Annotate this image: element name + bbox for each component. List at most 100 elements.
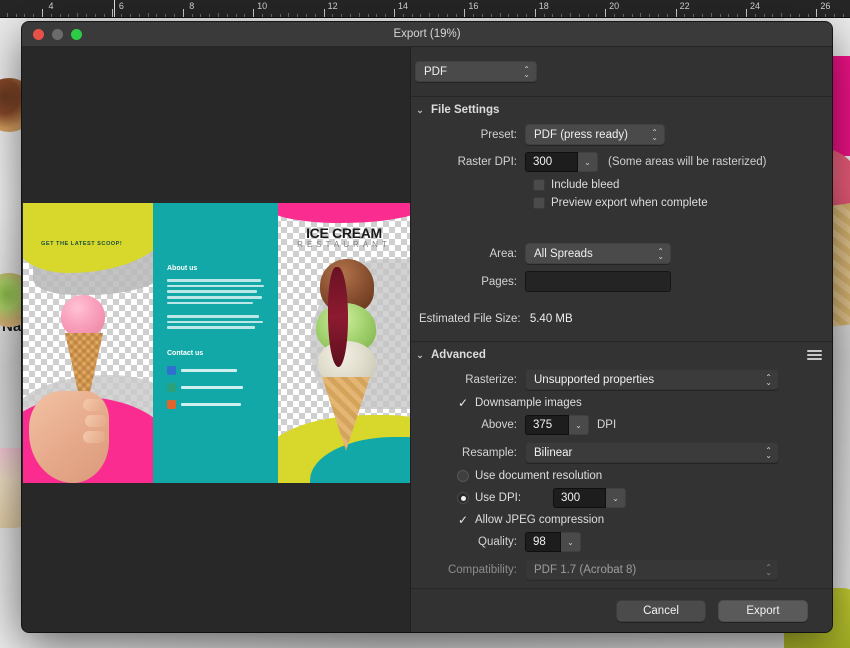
compatibility-row: Compatibility: PDF 1.7 (Acrobat 8) ⌃ ⌄ [415, 559, 822, 580]
file-settings-header[interactable]: ⌄ File Settings [411, 97, 832, 122]
resample-select[interactable]: Bilinear ⌃ ⌄ [525, 442, 779, 463]
dialog-title-bar[interactable]: Export (19%) [22, 22, 832, 47]
raster-dpi-row: Raster DPI: 300 ⌄ (Some areas will be ra… [415, 152, 822, 172]
ruler-tick-minor [790, 14, 791, 17]
above-dpi-input[interactable]: 375 [525, 415, 569, 435]
ruler-tick-major [816, 9, 818, 17]
stepper-arrows-icon: ⌃ ⌄ [765, 562, 772, 577]
stepper-arrows-icon: ⌃ ⌄ [765, 372, 772, 387]
preset-select[interactable]: PDF (press ready) ⌃ ⌄ [525, 124, 665, 145]
finger-1 [83, 399, 105, 411]
hamburger-menu-icon[interactable] [807, 350, 822, 360]
advanced-body: Rasterize: Unsupported properties ⌃⌄ Dow… [411, 367, 832, 588]
finger-2 [85, 415, 107, 427]
ruler-tick-minor [772, 14, 774, 17]
include-bleed-row[interactable]: Include bleed [533, 179, 822, 191]
ruler-tick-major [675, 9, 677, 17]
preview-export-checkbox[interactable] [533, 197, 545, 209]
pages-input[interactable] [525, 271, 671, 292]
export-settings-pane: PDF ⌃ ⌄ ⌄ File Settings Preset: PDF (pre… [411, 47, 832, 632]
ruler-tick-minor [68, 14, 70, 17]
use-document-resolution-row[interactable]: Use document resolution [457, 470, 822, 482]
raster-dpi-control[interactable]: 300 ⌄ [525, 152, 598, 172]
downsample-images-checkbox[interactable] [457, 397, 469, 409]
ruler-tick-minor [165, 14, 167, 17]
rasterize-select[interactable]: Unsupported properties ⌃ ⌄ [525, 369, 779, 390]
ruler-tick-minor [543, 14, 545, 17]
ruler-tick-minor [385, 14, 387, 17]
above-dpi-control[interactable]: 375 ⌄ [525, 415, 589, 435]
format-select[interactable]: PDF ⌃ ⌄ [415, 61, 537, 82]
ruler-tick-minor [358, 13, 360, 17]
pages-label: Pages: [481, 275, 517, 288]
ruler-tick-minor [130, 14, 131, 17]
allow-jpeg-compression-checkbox[interactable] [457, 514, 469, 526]
ruler-guide-marker[interactable] [114, 0, 116, 17]
ruler-tick-minor [350, 14, 351, 17]
file-settings-body: Preset: PDF (press ready) ⌃ ⌄ Raster DPI:… [411, 122, 832, 341]
ruler-tick-major [394, 9, 395, 17]
compatibility-select[interactable]: PDF 1.7 (Acrobat 8) ⌃ ⌄ [525, 559, 779, 580]
ruler-tick-minor [279, 14, 281, 17]
ruler-tick-minor [209, 14, 211, 17]
ruler-tick-minor [288, 13, 290, 17]
quality-input[interactable]: 98 [525, 532, 561, 552]
estimated-file-size-label: Estimated File Size: [419, 313, 521, 325]
ruler-tick-minor [420, 14, 422, 17]
advanced-header[interactable]: ⌄ Advanced [411, 342, 832, 367]
ruler-tick-minor [235, 14, 237, 17]
close-button[interactable] [33, 28, 44, 40]
compatibility-value: PDF 1.7 (Acrobat 8) [534, 563, 637, 576]
ruler-label: 26 [820, 1, 831, 11]
downsample-images-label: Downsample images [475, 397, 582, 409]
ruler-label: 24 [749, 1, 761, 11]
ruler-tick-minor [781, 13, 783, 17]
ruler-tick-minor [798, 14, 800, 17]
use-dpi-input[interactable]: 300 [553, 488, 606, 508]
resample-label: Resample: [462, 446, 517, 459]
hand-holding-cone-photo [29, 295, 135, 483]
preview-export-row[interactable]: Preview export when complete [533, 197, 822, 209]
ruler-label: 12 [327, 1, 338, 11]
cover-subtitle-restaurant: RESTAURANT [297, 240, 391, 249]
zoom-button[interactable] [71, 28, 82, 40]
artboard-preview: GET THE LATEST SCOOP! About us Contact u… [23, 203, 410, 483]
ruler-tick-major [605, 9, 607, 17]
minimize-button[interactable] [52, 28, 63, 40]
window-controls [22, 28, 82, 40]
about-us-paragraph-2 [167, 315, 265, 332]
ruler-tick-minor [631, 14, 633, 17]
export-preview-pane[interactable]: GET THE LATEST SCOOP! About us Contact u… [22, 47, 411, 632]
above-dpi-row: Above: 375 ⌄ DPI [415, 415, 822, 435]
raster-dpi-dropdown-arrow[interactable]: ⌄ [578, 152, 598, 172]
quality-dropdown-arrow[interactable]: ⌄ [561, 532, 581, 552]
use-dpi-radio[interactable] [457, 492, 469, 504]
pink-ice-cream-scoop [61, 295, 105, 337]
raster-dpi-input[interactable]: 300 [525, 152, 578, 172]
quality-control[interactable]: 98 ⌄ [525, 532, 581, 552]
ruler-tick-minor [455, 14, 457, 17]
use-document-resolution-radio[interactable] [457, 470, 469, 482]
use-dpi-control[interactable]: 300 ⌄ [553, 488, 626, 508]
ruler-tick-minor [270, 14, 272, 17]
ruler-label: 14 [397, 1, 409, 11]
allow-jpeg-compression-row[interactable]: Allow JPEG compression [457, 514, 822, 526]
use-dpi-dropdown-arrow[interactable]: ⌄ [606, 488, 626, 508]
include-bleed-checkbox[interactable] [533, 179, 545, 191]
advanced-title: Advanced [431, 349, 486, 361]
dialog-footer: Cancel Export [411, 588, 832, 632]
ruler-label: 10 [257, 1, 268, 11]
area-select[interactable]: All Spreads ⌃ ⌄ [525, 243, 671, 264]
ruler-tick-minor [825, 14, 827, 17]
settings-scroll-area[interactable]: PDF ⌃ ⌄ ⌄ File Settings Preset: PDF (pre… [411, 47, 832, 588]
ruler-label: 18 [538, 1, 549, 11]
cancel-button[interactable]: Cancel [616, 599, 706, 622]
compatibility-label: Compatibility: [447, 563, 517, 576]
ruler-tick-minor [640, 13, 642, 17]
downsample-images-row[interactable]: Downsample images [457, 397, 822, 409]
export-button[interactable]: Export [718, 599, 808, 622]
ruler-tick-minor [666, 14, 668, 17]
allow-jpeg-compression-label: Allow JPEG compression [475, 514, 605, 526]
above-dpi-dropdown-arrow[interactable]: ⌄ [569, 415, 589, 435]
horizontal-ruler[interactable]: 4 6 8 10 12 14 16 18 20 22 24 26 [0, 0, 850, 18]
